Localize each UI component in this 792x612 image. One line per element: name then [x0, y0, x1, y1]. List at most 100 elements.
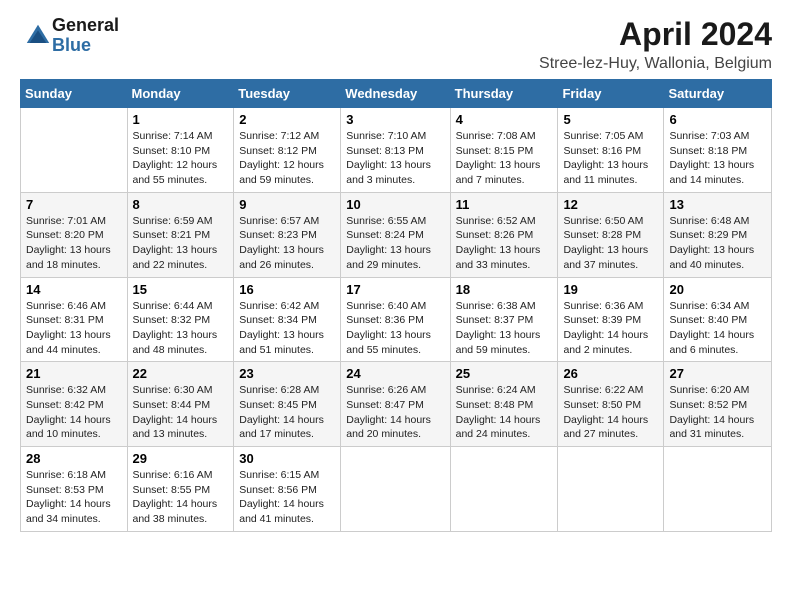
day-info: Sunrise: 7:10 AM Sunset: 8:13 PM Dayligh…: [346, 129, 444, 188]
cell-0-1: 1 Sunrise: 7:14 AM Sunset: 8:10 PM Daylig…: [127, 108, 234, 193]
day-info: Sunrise: 6:50 AM Sunset: 8:28 PM Dayligh…: [563, 214, 658, 273]
day-info: Sunrise: 6:46 AM Sunset: 8:31 PM Dayligh…: [26, 299, 122, 358]
cell-1-1: 8 Sunrise: 6:59 AM Sunset: 8:21 PM Daylig…: [127, 192, 234, 277]
cell-1-6: 13Sunrise: 6:48 AM Sunset: 8:29 PM Dayli…: [664, 192, 772, 277]
day-number: 26: [563, 366, 658, 381]
day-info: Sunrise: 7:12 AM Sunset: 8:12 PM Dayligh…: [239, 129, 335, 188]
cell-3-2: 23Sunrise: 6:28 AM Sunset: 8:45 PM Dayli…: [234, 362, 341, 447]
header-thursday: Thursday: [450, 80, 558, 108]
subtitle: Stree-lez-Huy, Wallonia, Belgium: [539, 55, 772, 73]
day-info: Sunrise: 7:08 AM Sunset: 8:15 PM Dayligh…: [456, 129, 553, 188]
cell-3-1: 22 Sunrise: 6:30 AM Sunset: 8:44 PM Dayli…: [127, 362, 234, 447]
cell-0-6: 6 Sunrise: 7:03 AM Sunset: 8:18 PM Daylig…: [664, 108, 772, 193]
day-number: 15: [133, 282, 229, 297]
page: General Blue April 2024 Stree-lez-Huy, W…: [0, 0, 792, 542]
logo-blue-text: Blue: [52, 36, 119, 56]
day-number: 10: [346, 197, 444, 212]
day-number: 4: [456, 112, 553, 127]
cell-0-4: 4 Sunrise: 7:08 AM Sunset: 8:15 PM Daylig…: [450, 108, 558, 193]
day-info: Sunrise: 6:38 AM Sunset: 8:37 PM Dayligh…: [456, 299, 553, 358]
cell-2-4: 18 Sunrise: 6:38 AM Sunset: 8:37 PM Dayli…: [450, 277, 558, 362]
day-number: 25: [456, 366, 553, 381]
cell-3-6: 27 Sunrise: 6:20 AM Sunset: 8:52 PM Dayli…: [664, 362, 772, 447]
day-number: 2: [239, 112, 335, 127]
day-info: Sunrise: 6:40 AM Sunset: 8:36 PM Dayligh…: [346, 299, 444, 358]
cell-3-3: 24Sunrise: 6:26 AM Sunset: 8:47 PM Dayli…: [341, 362, 450, 447]
cell-1-0: 7 Sunrise: 7:01 AM Sunset: 8:20 PM Daylig…: [21, 192, 128, 277]
day-number: 22: [133, 366, 229, 381]
day-info: Sunrise: 7:05 AM Sunset: 8:16 PM Dayligh…: [563, 129, 658, 188]
week-row-3: 21Sunrise: 6:32 AM Sunset: 8:42 PM Dayli…: [21, 362, 772, 447]
day-info: Sunrise: 6:16 AM Sunset: 8:55 PM Dayligh…: [133, 468, 229, 527]
cell-2-3: 17Sunrise: 6:40 AM Sunset: 8:36 PM Dayli…: [341, 277, 450, 362]
header-saturday: Saturday: [664, 80, 772, 108]
day-info: Sunrise: 6:24 AM Sunset: 8:48 PM Dayligh…: [456, 383, 553, 442]
cell-0-2: 2 Sunrise: 7:12 AM Sunset: 8:12 PM Daylig…: [234, 108, 341, 193]
calendar-body: 1 Sunrise: 7:14 AM Sunset: 8:10 PM Daylig…: [21, 108, 772, 532]
day-info: Sunrise: 6:28 AM Sunset: 8:45 PM Dayligh…: [239, 383, 335, 442]
header-tuesday: Tuesday: [234, 80, 341, 108]
day-number: 20: [669, 282, 766, 297]
header-monday: Monday: [127, 80, 234, 108]
header-friday: Friday: [558, 80, 664, 108]
header-wednesday: Wednesday: [341, 80, 450, 108]
day-number: 30: [239, 451, 335, 466]
day-number: 14: [26, 282, 122, 297]
cell-3-5: 26Sunrise: 6:22 AM Sunset: 8:50 PM Dayli…: [558, 362, 664, 447]
cell-4-3: [341, 447, 450, 532]
day-info: Sunrise: 7:03 AM Sunset: 8:18 PM Dayligh…: [669, 129, 766, 188]
day-info: Sunrise: 6:18 AM Sunset: 8:53 PM Dayligh…: [26, 468, 122, 527]
week-row-4: 28Sunrise: 6:18 AM Sunset: 8:53 PM Dayli…: [21, 447, 772, 532]
day-info: Sunrise: 7:14 AM Sunset: 8:10 PM Dayligh…: [133, 129, 229, 188]
day-number: 9: [239, 197, 335, 212]
week-row-2: 14 Sunrise: 6:46 AM Sunset: 8:31 PM Dayli…: [21, 277, 772, 362]
cell-4-4: [450, 447, 558, 532]
day-number: 24: [346, 366, 444, 381]
day-info: Sunrise: 6:30 AM Sunset: 8:44 PM Dayligh…: [133, 383, 229, 442]
calendar-header: Sunday Monday Tuesday Wednesday Thursday…: [21, 80, 772, 108]
day-number: 3: [346, 112, 444, 127]
header-row: Sunday Monday Tuesday Wednesday Thursday…: [21, 80, 772, 108]
cell-2-2: 16Sunrise: 6:42 AM Sunset: 8:34 PM Dayli…: [234, 277, 341, 362]
day-info: Sunrise: 6:20 AM Sunset: 8:52 PM Dayligh…: [669, 383, 766, 442]
day-info: Sunrise: 6:32 AM Sunset: 8:42 PM Dayligh…: [26, 383, 122, 442]
day-number: 1: [133, 112, 229, 127]
day-number: 11: [456, 197, 553, 212]
calendar-table: Sunday Monday Tuesday Wednesday Thursday…: [20, 79, 772, 532]
cell-4-0: 28Sunrise: 6:18 AM Sunset: 8:53 PM Dayli…: [21, 447, 128, 532]
day-info: Sunrise: 6:59 AM Sunset: 8:21 PM Dayligh…: [133, 214, 229, 273]
day-info: Sunrise: 6:36 AM Sunset: 8:39 PM Dayligh…: [563, 299, 658, 358]
header: General Blue April 2024 Stree-lez-Huy, W…: [20, 16, 772, 73]
logo-text: General Blue: [52, 16, 119, 56]
day-info: Sunrise: 6:44 AM Sunset: 8:32 PM Dayligh…: [133, 299, 229, 358]
cell-4-5: [558, 447, 664, 532]
day-info: Sunrise: 6:55 AM Sunset: 8:24 PM Dayligh…: [346, 214, 444, 273]
day-info: Sunrise: 7:01 AM Sunset: 8:20 PM Dayligh…: [26, 214, 122, 273]
header-sunday: Sunday: [21, 80, 128, 108]
cell-4-1: 29 Sunrise: 6:16 AM Sunset: 8:55 PM Dayli…: [127, 447, 234, 532]
week-row-1: 7 Sunrise: 7:01 AM Sunset: 8:20 PM Daylig…: [21, 192, 772, 277]
day-number: 29: [133, 451, 229, 466]
day-number: 12: [563, 197, 658, 212]
cell-0-5: 5 Sunrise: 7:05 AM Sunset: 8:16 PM Daylig…: [558, 108, 664, 193]
day-number: 5: [563, 112, 658, 127]
title-section: April 2024 Stree-lez-Huy, Wallonia, Belg…: [539, 16, 772, 73]
cell-1-5: 12 Sunrise: 6:50 AM Sunset: 8:28 PM Dayli…: [558, 192, 664, 277]
day-number: 27: [669, 366, 766, 381]
cell-3-4: 25 Sunrise: 6:24 AM Sunset: 8:48 PM Dayli…: [450, 362, 558, 447]
logo-icon: [24, 22, 52, 50]
day-number: 7: [26, 197, 122, 212]
day-info: Sunrise: 6:52 AM Sunset: 8:26 PM Dayligh…: [456, 214, 553, 273]
day-number: 8: [133, 197, 229, 212]
day-info: Sunrise: 6:42 AM Sunset: 8:34 PM Dayligh…: [239, 299, 335, 358]
day-number: 19: [563, 282, 658, 297]
day-number: 6: [669, 112, 766, 127]
main-title: April 2024: [539, 16, 772, 53]
cell-1-4: 11 Sunrise: 6:52 AM Sunset: 8:26 PM Dayli…: [450, 192, 558, 277]
logo-general-text: General: [52, 16, 119, 36]
cell-2-0: 14 Sunrise: 6:46 AM Sunset: 8:31 PM Dayli…: [21, 277, 128, 362]
week-row-0: 1 Sunrise: 7:14 AM Sunset: 8:10 PM Daylig…: [21, 108, 772, 193]
day-info: Sunrise: 6:48 AM Sunset: 8:29 PM Dayligh…: [669, 214, 766, 273]
day-number: 18: [456, 282, 553, 297]
cell-1-3: 10 Sunrise: 6:55 AM Sunset: 8:24 PM Dayli…: [341, 192, 450, 277]
